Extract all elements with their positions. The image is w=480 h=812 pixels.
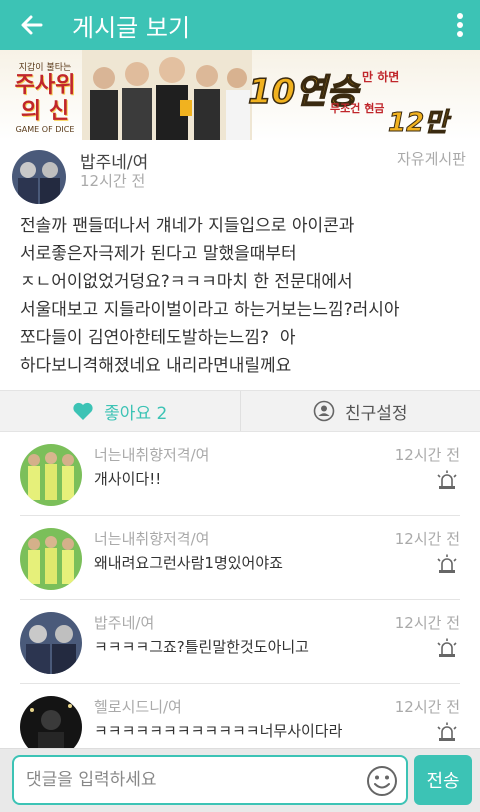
comment-list: 너는내취향저격/여 개사이다!! 12시간 전 너는내취향저격/여 왜내려요그런… bbox=[0, 432, 480, 750]
back-button[interactable] bbox=[0, 0, 64, 50]
comment-text: 왜내려요그런사람1명있어야죠 bbox=[94, 554, 283, 572]
friend-settings-button[interactable]: 친구설정 bbox=[241, 391, 480, 431]
page-title: 게시글 보기 bbox=[72, 13, 191, 42]
commenter-avatar[interactable] bbox=[20, 444, 82, 506]
report-button[interactable] bbox=[436, 638, 458, 662]
comment-author[interactable]: 너는내취향저격/여 bbox=[94, 444, 209, 465]
friend-settings-icon bbox=[313, 400, 335, 422]
avatar-image bbox=[20, 444, 82, 506]
post-board[interactable]: 자유게시판 bbox=[397, 148, 466, 169]
siren-icon bbox=[437, 722, 457, 741]
comment-text: ㅋㅋㅋㅋ그죠?틀린말한것도아니고 bbox=[94, 638, 309, 656]
siren-icon bbox=[437, 470, 457, 489]
comment-author[interactable]: 너는내취향저격/여 bbox=[94, 528, 209, 549]
comment-time: 12시간 전 bbox=[394, 446, 460, 464]
comment-item: 너는내취향저격/여 왜내려요그런사람1명있어야죠 12시간 전 bbox=[20, 516, 460, 600]
like-label: 좋아요 2 bbox=[104, 403, 168, 424]
avatar-image bbox=[20, 612, 82, 674]
comment-item: 너는내취향저격/여 개사이다!! 12시간 전 bbox=[20, 432, 460, 516]
comment-text: 개사이다!! bbox=[94, 470, 162, 488]
commenter-avatar[interactable] bbox=[20, 612, 82, 674]
commenter-avatar[interactable] bbox=[20, 696, 82, 750]
report-button[interactable] bbox=[436, 554, 458, 578]
heart-icon bbox=[72, 401, 94, 421]
siren-icon bbox=[437, 554, 457, 573]
author-avatar[interactable] bbox=[12, 150, 66, 204]
ad-headline-suffix: 만 하면 bbox=[362, 70, 400, 84]
more-options-button[interactable] bbox=[440, 0, 480, 50]
friend-settings-label: 친구설정 bbox=[344, 403, 408, 424]
comment-input-bar: 전송 bbox=[0, 748, 480, 812]
post-actions: 좋아요 2 친구설정 bbox=[0, 390, 480, 432]
avatar-image bbox=[20, 696, 82, 750]
banner-people-image bbox=[82, 50, 252, 140]
arrow-left-icon bbox=[21, 15, 43, 35]
post: 밥주네/여 12시간 전 자유게시판 전솔까 팬들떠나서 걔네가 지들입으로 아… bbox=[0, 140, 480, 390]
comment-input[interactable] bbox=[26, 767, 356, 793]
report-button[interactable] bbox=[436, 722, 458, 746]
avatar-image bbox=[20, 528, 82, 590]
app-bar: 게시글 보기 bbox=[0, 0, 480, 50]
like-button[interactable]: 좋아요 2 bbox=[0, 391, 241, 431]
ad-prize: 12만원! bbox=[388, 108, 449, 139]
comment-time: 12시간 전 bbox=[394, 698, 460, 716]
comment-text: ㅋㅋㅋㅋㅋㅋㅋㅋㅋㅋㅋㅋ너무사이다라 bbox=[94, 722, 343, 740]
commenter-avatar[interactable] bbox=[20, 528, 82, 590]
send-button[interactable]: 전송 bbox=[414, 755, 472, 805]
siren-icon bbox=[437, 638, 457, 657]
ad-banner[interactable]: 지갑이 불타는 주사위의 신 GAME OF DICE 10연승 만 하면 무조… bbox=[0, 50, 480, 140]
comment-input-container[interactable] bbox=[12, 755, 408, 805]
report-button[interactable] bbox=[436, 470, 458, 494]
post-body: 전솔까 팬들떠나서 걔네가 지들입으로 아이콘과 서로좋은자극제가 된다고 말했… bbox=[20, 216, 400, 376]
game-logo: 지갑이 불타는 주사위의 신 GAME OF DICE bbox=[14, 63, 76, 134]
more-vertical-icon bbox=[457, 13, 463, 37]
comment-time: 12시간 전 bbox=[394, 530, 460, 548]
comment-item: 헬로시드니/여 ㅋㅋㅋㅋㅋㅋㅋㅋㅋㅋㅋㅋ너무사이다라 12시간 전 bbox=[20, 684, 460, 750]
comment-author[interactable]: 헬로시드니/여 bbox=[94, 696, 182, 717]
comment-item: 밥주네/여 ㅋㅋㅋㅋ그죠?틀린말한것도아니고 12시간 전 bbox=[20, 600, 460, 684]
avatar-image bbox=[12, 150, 66, 204]
ad-subtext: 무조건 현금 bbox=[330, 102, 385, 115]
emoji-button[interactable] bbox=[366, 765, 398, 801]
post-time: 12시간 전 bbox=[80, 172, 146, 190]
emoji-icon bbox=[367, 766, 397, 796]
comment-time: 12시간 전 bbox=[394, 614, 460, 632]
comment-author[interactable]: 밥주네/여 bbox=[94, 612, 154, 633]
